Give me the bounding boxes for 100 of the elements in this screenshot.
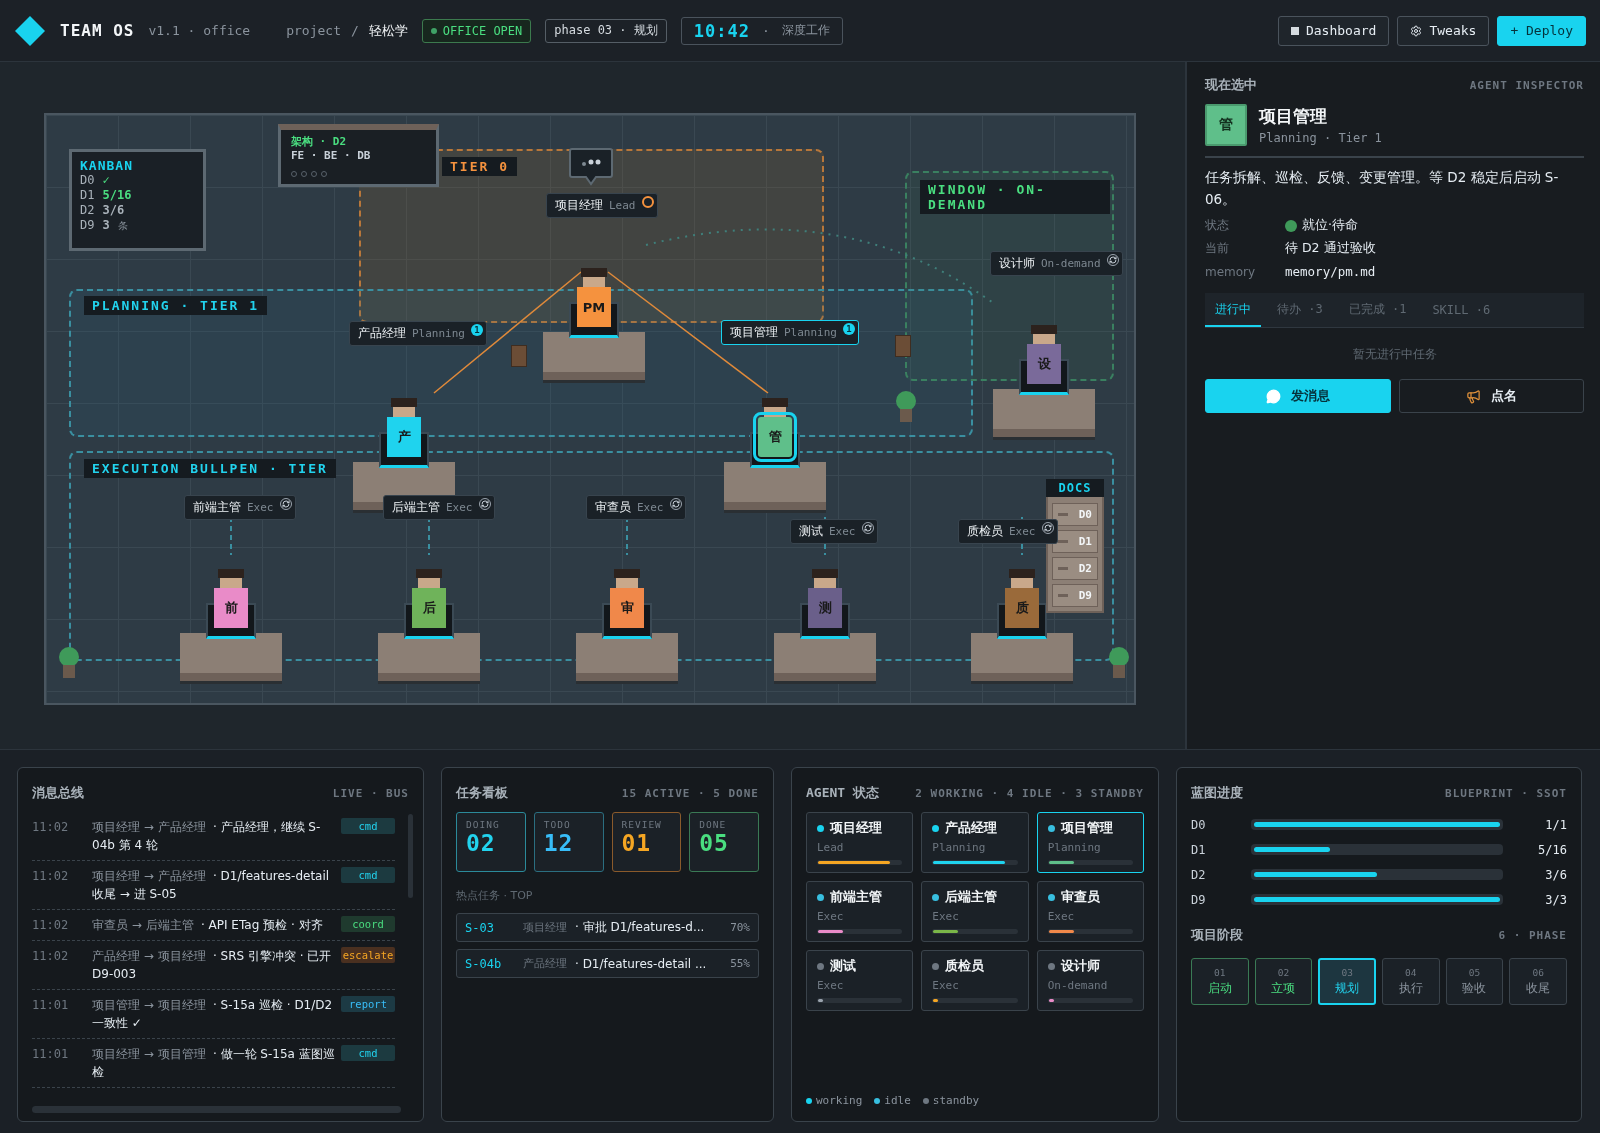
- zone-label: EXECUTION BULLPEN · TIER: [84, 459, 336, 478]
- message-time: 11:01: [32, 1046, 70, 1063]
- agent-card[interactable]: 质检员 Exec: [921, 950, 1029, 1011]
- version-label: v1.1 · office: [148, 23, 251, 38]
- plant-icon: [1108, 647, 1130, 679]
- panel-meta: 15 ACTIVE · 5 DONE: [621, 786, 759, 800]
- phase-step[interactable]: 03 规划: [1318, 958, 1376, 1005]
- agent-role: Planning: [784, 326, 837, 339]
- worker-figure[interactable]: 管: [747, 398, 803, 470]
- stat-value: 01: [621, 830, 653, 856]
- phase-label: 执行: [1398, 981, 1423, 996]
- agent-card[interactable]: 产品经理 Planning: [921, 812, 1029, 873]
- name-tag[interactable]: 审查员 Exec: [586, 495, 686, 520]
- phase-step[interactable]: 04 执行: [1382, 958, 1440, 1005]
- name-tag[interactable]: 后端主管 Exec: [383, 495, 495, 520]
- name-tag[interactable]: 测试 Exec: [790, 519, 878, 544]
- doc-key: D9: [80, 218, 95, 233]
- tab[interactable]: 进行中: [1205, 293, 1261, 327]
- action-button[interactable]: 点名: [1398, 379, 1584, 413]
- agent-card[interactable]: 测试 Exec: [806, 950, 914, 1011]
- phase-step[interactable]: 05 验收: [1445, 958, 1504, 1005]
- message-tag: cmd: [341, 867, 395, 883]
- agent-card[interactable]: 项目经理 Lead: [806, 812, 914, 873]
- worker-figure[interactable]: 后: [401, 569, 457, 641]
- agent-name: 设计师: [1060, 958, 1100, 975]
- agent-name: 前端主管: [830, 889, 882, 906]
- doc-unit: 条: [117, 219, 128, 233]
- phase-number: 05: [1468, 967, 1481, 978]
- name-tag[interactable]: 质检员 Exec: [958, 519, 1058, 544]
- name-tag[interactable]: 前端主管 Exec: [184, 495, 296, 520]
- agent-role: Exec: [932, 979, 960, 992]
- phase-label: 收尾: [1526, 981, 1551, 996]
- agent-role: Exec: [446, 501, 473, 514]
- task-owner: 产品经理: [523, 956, 567, 971]
- phase-step[interactable]: 06 收尾: [1509, 958, 1567, 1005]
- stat-value: 02: [466, 830, 497, 856]
- status-badge: OFFICE OPEN: [421, 18, 532, 43]
- megaphone-icon: [1465, 388, 1481, 404]
- doc-key: D0: [80, 173, 95, 188]
- agent-card[interactable]: 后端主管 Exec: [921, 881, 1029, 942]
- zone-label: TIER 0: [442, 157, 517, 176]
- phase-label: 启动: [1207, 981, 1232, 996]
- scrollbar[interactable]: [408, 814, 413, 898]
- agent-card[interactable]: 项目管理 Planning: [1036, 812, 1144, 873]
- phase-number: 04: [1405, 967, 1417, 978]
- header-button[interactable]: Tweaks: [1397, 15, 1490, 46]
- agent-role: Exec: [932, 910, 960, 923]
- phase-step[interactable]: 01 启动: [1191, 958, 1249, 1005]
- message-tag: cmd: [341, 1045, 395, 1061]
- agent-card[interactable]: 设计师 On-demand: [1036, 950, 1144, 1011]
- breadcrumb-link[interactable]: project: [286, 23, 341, 38]
- breadcrumb-current: 轻松学: [368, 21, 408, 40]
- worker-figure[interactable]: 前: [203, 569, 259, 641]
- agent-role: Exec: [1009, 525, 1036, 538]
- worker-figure[interactable]: 审: [599, 569, 655, 641]
- clock-mode: 深度工作: [781, 22, 830, 39]
- message-text: 产品经理 → 项目经理 · SRS 引擎冲突 · 已开 D9-003: [92, 948, 333, 983]
- action-button[interactable]: 发消息: [1205, 379, 1391, 413]
- name-tag[interactable]: 设计师 On-demand: [990, 251, 1123, 276]
- docs-title: DOCS: [1046, 479, 1104, 497]
- worker-figure[interactable]: PM: [566, 268, 622, 340]
- agent-role: On-demand: [1041, 257, 1101, 270]
- worker-figure[interactable]: 质: [994, 569, 1050, 641]
- whiteboard-text: FE · BE · DB: [291, 149, 372, 163]
- phase-step[interactable]: 02 立项: [1254, 958, 1313, 1005]
- plant-icon: [895, 391, 917, 423]
- task-row[interactable]: S-04b 产品经理 · D1/features-detail ... 55%: [456, 949, 759, 978]
- phase-badge: phase 03 · 规划: [545, 18, 667, 43]
- sync-icon: [1041, 522, 1054, 534]
- panel-meta: BLUEPRINT · SSOT: [1445, 786, 1567, 800]
- name-tag[interactable]: 产品经理 Planning 1: [349, 321, 487, 346]
- worker-figure[interactable]: 设: [1016, 325, 1072, 397]
- phase-label: 验收: [1462, 981, 1487, 996]
- agent-card[interactable]: 前端主管 Exec: [806, 881, 914, 942]
- agent-card[interactable]: 审查员 Exec: [1036, 881, 1144, 942]
- agent-role: Lead: [817, 841, 845, 854]
- message-tag: escalate: [341, 947, 395, 963]
- name-tag[interactable]: 项目管理 Planning 1: [721, 320, 859, 345]
- worker-figure[interactable]: 产: [376, 398, 432, 470]
- message-time: 11:02: [32, 917, 70, 934]
- agent-name: 项目经理: [830, 820, 882, 837]
- message-time: 11:02: [32, 868, 70, 885]
- speech-bubble-icon: [568, 147, 614, 187]
- scrollbar[interactable]: [32, 1106, 401, 1113]
- agent-name: 产品经理: [945, 820, 998, 837]
- header-button[interactable]: + Deploy: [1497, 15, 1586, 46]
- sync-icon: [478, 498, 491, 510]
- progress-value: 3/3: [1544, 892, 1567, 907]
- task-row[interactable]: S-03 项目经理 · 审批 D1/features-d... 70%: [456, 913, 759, 942]
- whiteboard-text: 架构 · D2: [291, 135, 348, 149]
- name-tag[interactable]: 项目经理 Lead: [546, 193, 658, 218]
- agent-name: 前端主管: [193, 499, 241, 516]
- status-dot: [1285, 219, 1297, 232]
- message-text: 项目管理 → 项目经理 · S-15a 巡检 · D1/D2 一致性 ✓: [92, 997, 334, 1032]
- stat-label: DOING: [466, 819, 501, 830]
- agent-name: 项目经理: [555, 197, 603, 214]
- agent-name: 项目管理: [730, 324, 778, 341]
- message-tag: coord: [341, 916, 395, 932]
- door: [895, 335, 911, 357]
- header-button[interactable]: Dashboard: [1277, 15, 1390, 46]
